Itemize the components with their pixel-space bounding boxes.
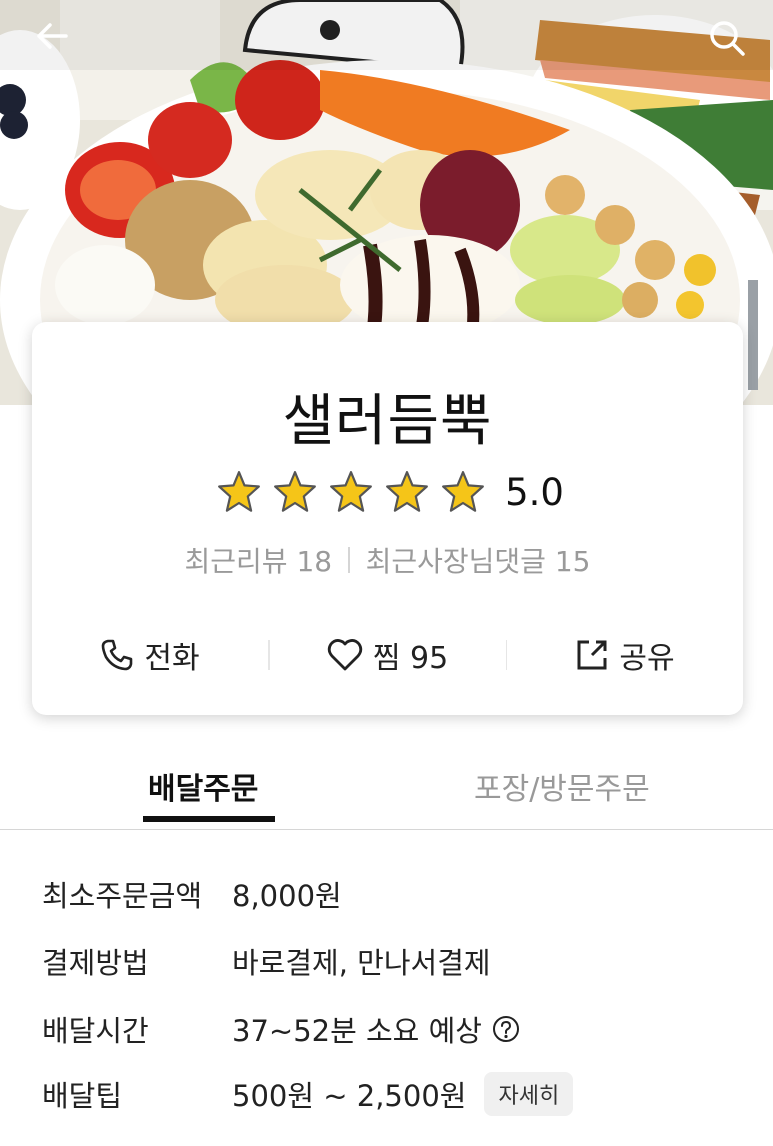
delivery-time-value-wrap: 37~52분 소요 예상 xyxy=(232,1008,520,1050)
payment-row: 결제방법 바로결제, 만나서결제 xyxy=(42,940,491,982)
like-button[interactable]: 찜 95 xyxy=(270,633,506,677)
star-icon xyxy=(330,471,372,512)
search-icon xyxy=(710,21,745,56)
order-type-tabs: 배달주문 포장/방문주문 xyxy=(0,752,773,830)
tab-pickup[interactable]: 포장/방문주문 xyxy=(474,764,650,808)
arrow-left-icon xyxy=(37,23,68,49)
recent-reviews-link[interactable]: 최근리뷰 18 xyxy=(185,540,333,580)
tab-delivery[interactable]: 배달주문 xyxy=(148,764,258,808)
min-order-row: 최소주문금액 8,000원 xyxy=(42,873,342,915)
call-label: 전화 xyxy=(144,641,200,676)
star-icon xyxy=(218,471,260,512)
payment-value: 바로결제, 만나서결제 xyxy=(232,946,491,980)
delivery-time-label: 배달시간 xyxy=(42,1014,149,1048)
delivery-tip-value: 500원 ~ 2,500원 xyxy=(232,1079,467,1113)
call-button[interactable]: 전화 xyxy=(32,633,268,677)
delivery-tip-row: 배달팁 500원 ~ 2,500원 자세히 xyxy=(42,1072,574,1116)
active-tab-indicator xyxy=(143,816,275,822)
delivery-tip-value-wrap: 500원 ~ 2,500원 자세히 xyxy=(232,1072,574,1116)
search-button[interactable] xyxy=(707,18,751,62)
rating-value: 5.0 xyxy=(505,470,564,514)
min-order-label: 최소주문금액 xyxy=(42,879,203,913)
rating-row: 5.0 xyxy=(32,470,743,514)
owner-replies-link[interactable]: 최근사장님댓글 15 xyxy=(366,540,591,580)
star-icon xyxy=(274,471,316,512)
phone-icon xyxy=(102,639,133,671)
divider xyxy=(348,547,350,573)
shop-info-card: 샐러듬뿍 5.0 최근리뷰 18 최근사장님댓글 15 전화 찜 95 공유 xyxy=(32,322,743,715)
shop-name: 샐러듬뿍 xyxy=(282,389,493,454)
tip-detail-button[interactable]: 자세히 xyxy=(484,1072,574,1116)
delivery-time-row: 배달시간 37~52분 소요 예상 xyxy=(42,1008,520,1050)
delivery-time-value: 37~52분 소요 예상 xyxy=(232,1014,482,1048)
star-icon xyxy=(386,471,428,512)
back-button[interactable] xyxy=(34,18,78,62)
payment-label: 결제방법 xyxy=(42,946,149,980)
share-label: 공유 xyxy=(619,641,675,676)
min-order-value: 8,000원 xyxy=(232,879,342,913)
delivery-tip-label: 배달팁 xyxy=(42,1079,123,1113)
action-bar: 전화 찜 95 공유 xyxy=(32,630,743,680)
like-count: 찜 95 xyxy=(372,641,449,676)
star-icon xyxy=(442,471,484,512)
share-button[interactable]: 공유 xyxy=(507,633,743,677)
heart-icon xyxy=(327,639,362,671)
share-icon xyxy=(577,640,607,670)
review-summary: 최근리뷰 18 최근사장님댓글 15 xyxy=(32,540,743,580)
help-icon[interactable] xyxy=(492,1015,520,1043)
